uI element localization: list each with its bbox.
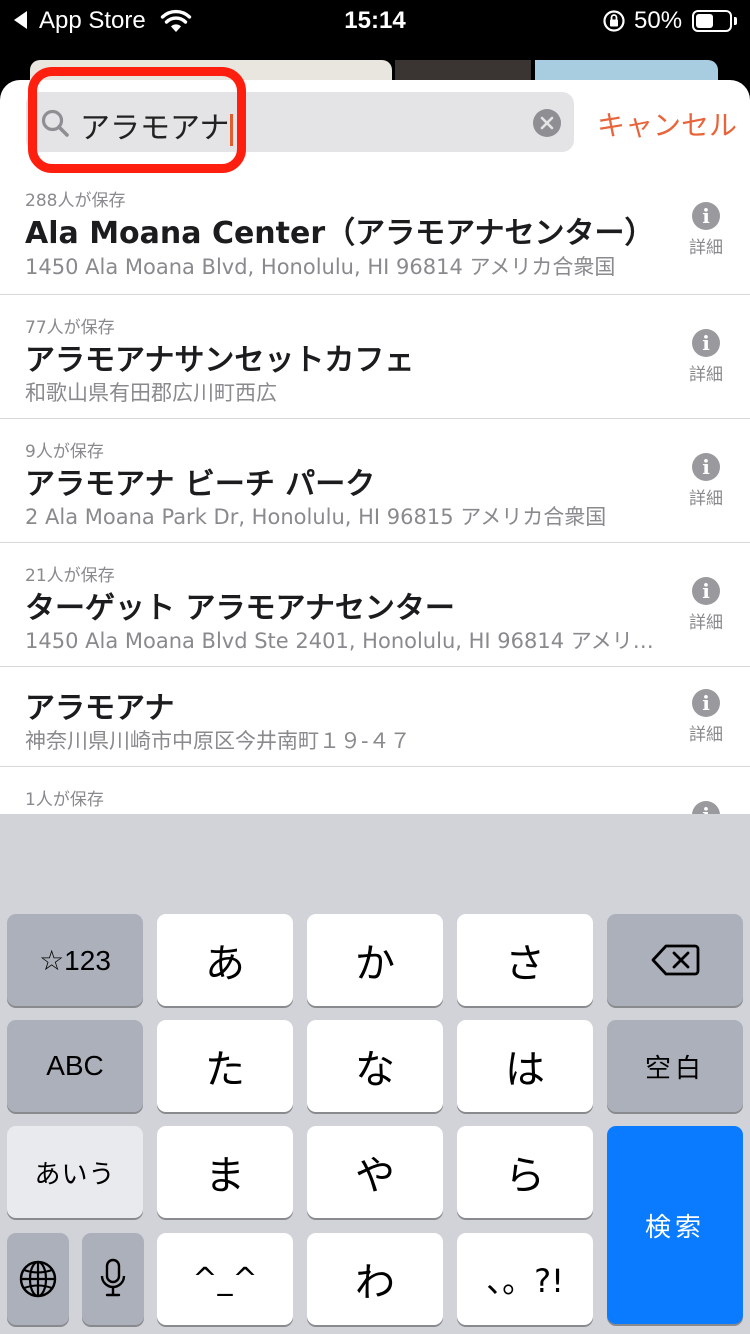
- kana-key-ra[interactable]: ら: [457, 1126, 593, 1218]
- result-row[interactable]: アラモアナ 神奈川県川崎市中原区今井南町１９-４７ i 詳細: [0, 667, 750, 767]
- space-key[interactable]: 空白: [607, 1020, 743, 1112]
- results-list: 288人が保存 Ala Moana Center（アラモアナセンター） 1450…: [0, 172, 750, 820]
- place-name: ターゲット アラモアナセンター: [25, 591, 455, 626]
- place-address: 1450 Ala Moana Blvd, Honolulu, HI 96814 …: [25, 255, 616, 279]
- details-button[interactable]: i 詳細: [686, 577, 726, 633]
- kana-key-ta[interactable]: た: [157, 1020, 293, 1112]
- status-bar: App Store 15:14 50%: [0, 0, 750, 42]
- kana-key-ma[interactable]: ま: [157, 1126, 293, 1218]
- globe-key[interactable]: [7, 1233, 69, 1325]
- search-key-label: 検索: [644, 1212, 705, 1243]
- place-address: 2 Ala Moana Park Dr, Honolulu, HI 96815 …: [25, 505, 607, 529]
- search-key[interactable]: 検索: [607, 1126, 743, 1324]
- details-button[interactable]: i 詳細: [686, 689, 726, 745]
- microphone-icon: [100, 1258, 126, 1297]
- key-label: ま: [205, 1153, 245, 1199]
- kana-key-sa[interactable]: さ: [457, 914, 593, 1006]
- details-label: 詳細: [689, 365, 723, 385]
- space-key-label: 空白: [644, 1053, 705, 1084]
- place-address: 1450 Ala Moana Blvd Ste 2401, Honolulu, …: [25, 629, 655, 653]
- delete-key[interactable]: [607, 914, 743, 1006]
- kana-key-a[interactable]: あ: [157, 914, 293, 1006]
- key-label: あ: [205, 941, 245, 987]
- place-name: アラモアナ: [25, 691, 175, 726]
- kana-key-ha[interactable]: は: [457, 1020, 593, 1112]
- key-label: さ: [505, 941, 545, 987]
- details-label: 詳細: [689, 489, 723, 509]
- key-label: や: [355, 1153, 395, 1199]
- kana-key-wa[interactable]: わ: [307, 1233, 443, 1325]
- key-label: ら: [505, 1153, 545, 1199]
- place-name: Ala Moana Center（アラモアナセンター）: [25, 216, 655, 251]
- details-label: 詳細: [689, 613, 723, 633]
- numbers-key[interactable]: ☆123: [7, 914, 143, 1006]
- info-icon: i: [692, 577, 720, 605]
- kana-key-ya[interactable]: や: [307, 1126, 443, 1218]
- clear-search-button[interactable]: [533, 109, 561, 137]
- info-icon: i: [692, 329, 720, 357]
- saved-count: 1人が保存: [25, 790, 104, 810]
- cancel-button[interactable]: キャンセル: [597, 104, 737, 144]
- result-row[interactable]: 9人が保存 アラモアナ ビーチ パーク 2 Ala Moana Park Dr,…: [0, 419, 750, 543]
- place-name: アラモアナ ビーチ パーク: [25, 467, 376, 502]
- place-address: 神奈川県川崎市中原区今井南町１９-４７: [25, 729, 411, 753]
- highlight-annotation: [28, 67, 246, 173]
- close-icon: [540, 116, 554, 130]
- hiragana-key[interactable]: あいう: [7, 1126, 143, 1218]
- punctuation-key[interactable]: 、。?!: [457, 1233, 593, 1325]
- emoticon-key[interactable]: ^_^: [157, 1233, 293, 1325]
- abc-key-label: ABC: [46, 1050, 104, 1081]
- backspace-icon: [651, 944, 700, 976]
- info-icon: i: [692, 202, 720, 230]
- details-button[interactable]: i 詳細: [686, 329, 726, 385]
- result-row[interactable]: 1人が保存 i: [0, 767, 750, 820]
- hiragana-key-label: あいう: [34, 1159, 116, 1190]
- key-label: か: [355, 941, 395, 987]
- details-button[interactable]: i 詳細: [686, 453, 726, 509]
- key-label: た: [205, 1047, 245, 1093]
- place-address: 和歌山県有田郡広川町西広: [25, 381, 277, 405]
- numbers-key-label: ☆123: [39, 944, 111, 976]
- place-name: アラモアナサンセットカフェ: [25, 343, 415, 378]
- battery-icon: [692, 10, 732, 32]
- search-sheet: アラモアナ キャンセル 288人が保存 Ala Moana Center（アラモ…: [0, 80, 750, 820]
- key-label: ^_^: [192, 1261, 258, 1297]
- result-row[interactable]: 77人が保存 アラモアナサンセットカフェ 和歌山県有田郡広川町西広 i 詳細: [0, 295, 750, 419]
- key-label: な: [355, 1047, 395, 1093]
- dictation-key[interactable]: [82, 1233, 144, 1325]
- result-row[interactable]: 288人が保存 Ala Moana Center（アラモアナセンター） 1450…: [0, 172, 750, 295]
- globe-icon: [19, 1260, 57, 1298]
- key-label: は: [505, 1047, 545, 1093]
- info-icon: i: [692, 689, 720, 717]
- key-label: わ: [355, 1260, 395, 1306]
- abc-key[interactable]: ABC: [7, 1020, 143, 1112]
- battery-tip: [734, 17, 737, 25]
- key-label: 、。?!: [486, 1262, 564, 1300]
- details-button[interactable]: i 詳細: [686, 202, 726, 258]
- details-label: 詳細: [689, 238, 723, 258]
- battery-percent: 50%: [634, 7, 683, 34]
- kana-key-na[interactable]: な: [307, 1020, 443, 1112]
- keyboard: ☆123 あ か さ ABC た な は 空白 あいう ま や ら 検索 ^_^…: [0, 814, 750, 1334]
- details-label: 詳細: [689, 725, 723, 745]
- kana-key-ka[interactable]: か: [307, 914, 443, 1006]
- orientation-lock-icon: [603, 10, 625, 32]
- info-icon: i: [692, 453, 720, 481]
- result-row[interactable]: 21人が保存 ターゲット アラモアナセンター 1450 Ala Moana Bl…: [0, 543, 750, 667]
